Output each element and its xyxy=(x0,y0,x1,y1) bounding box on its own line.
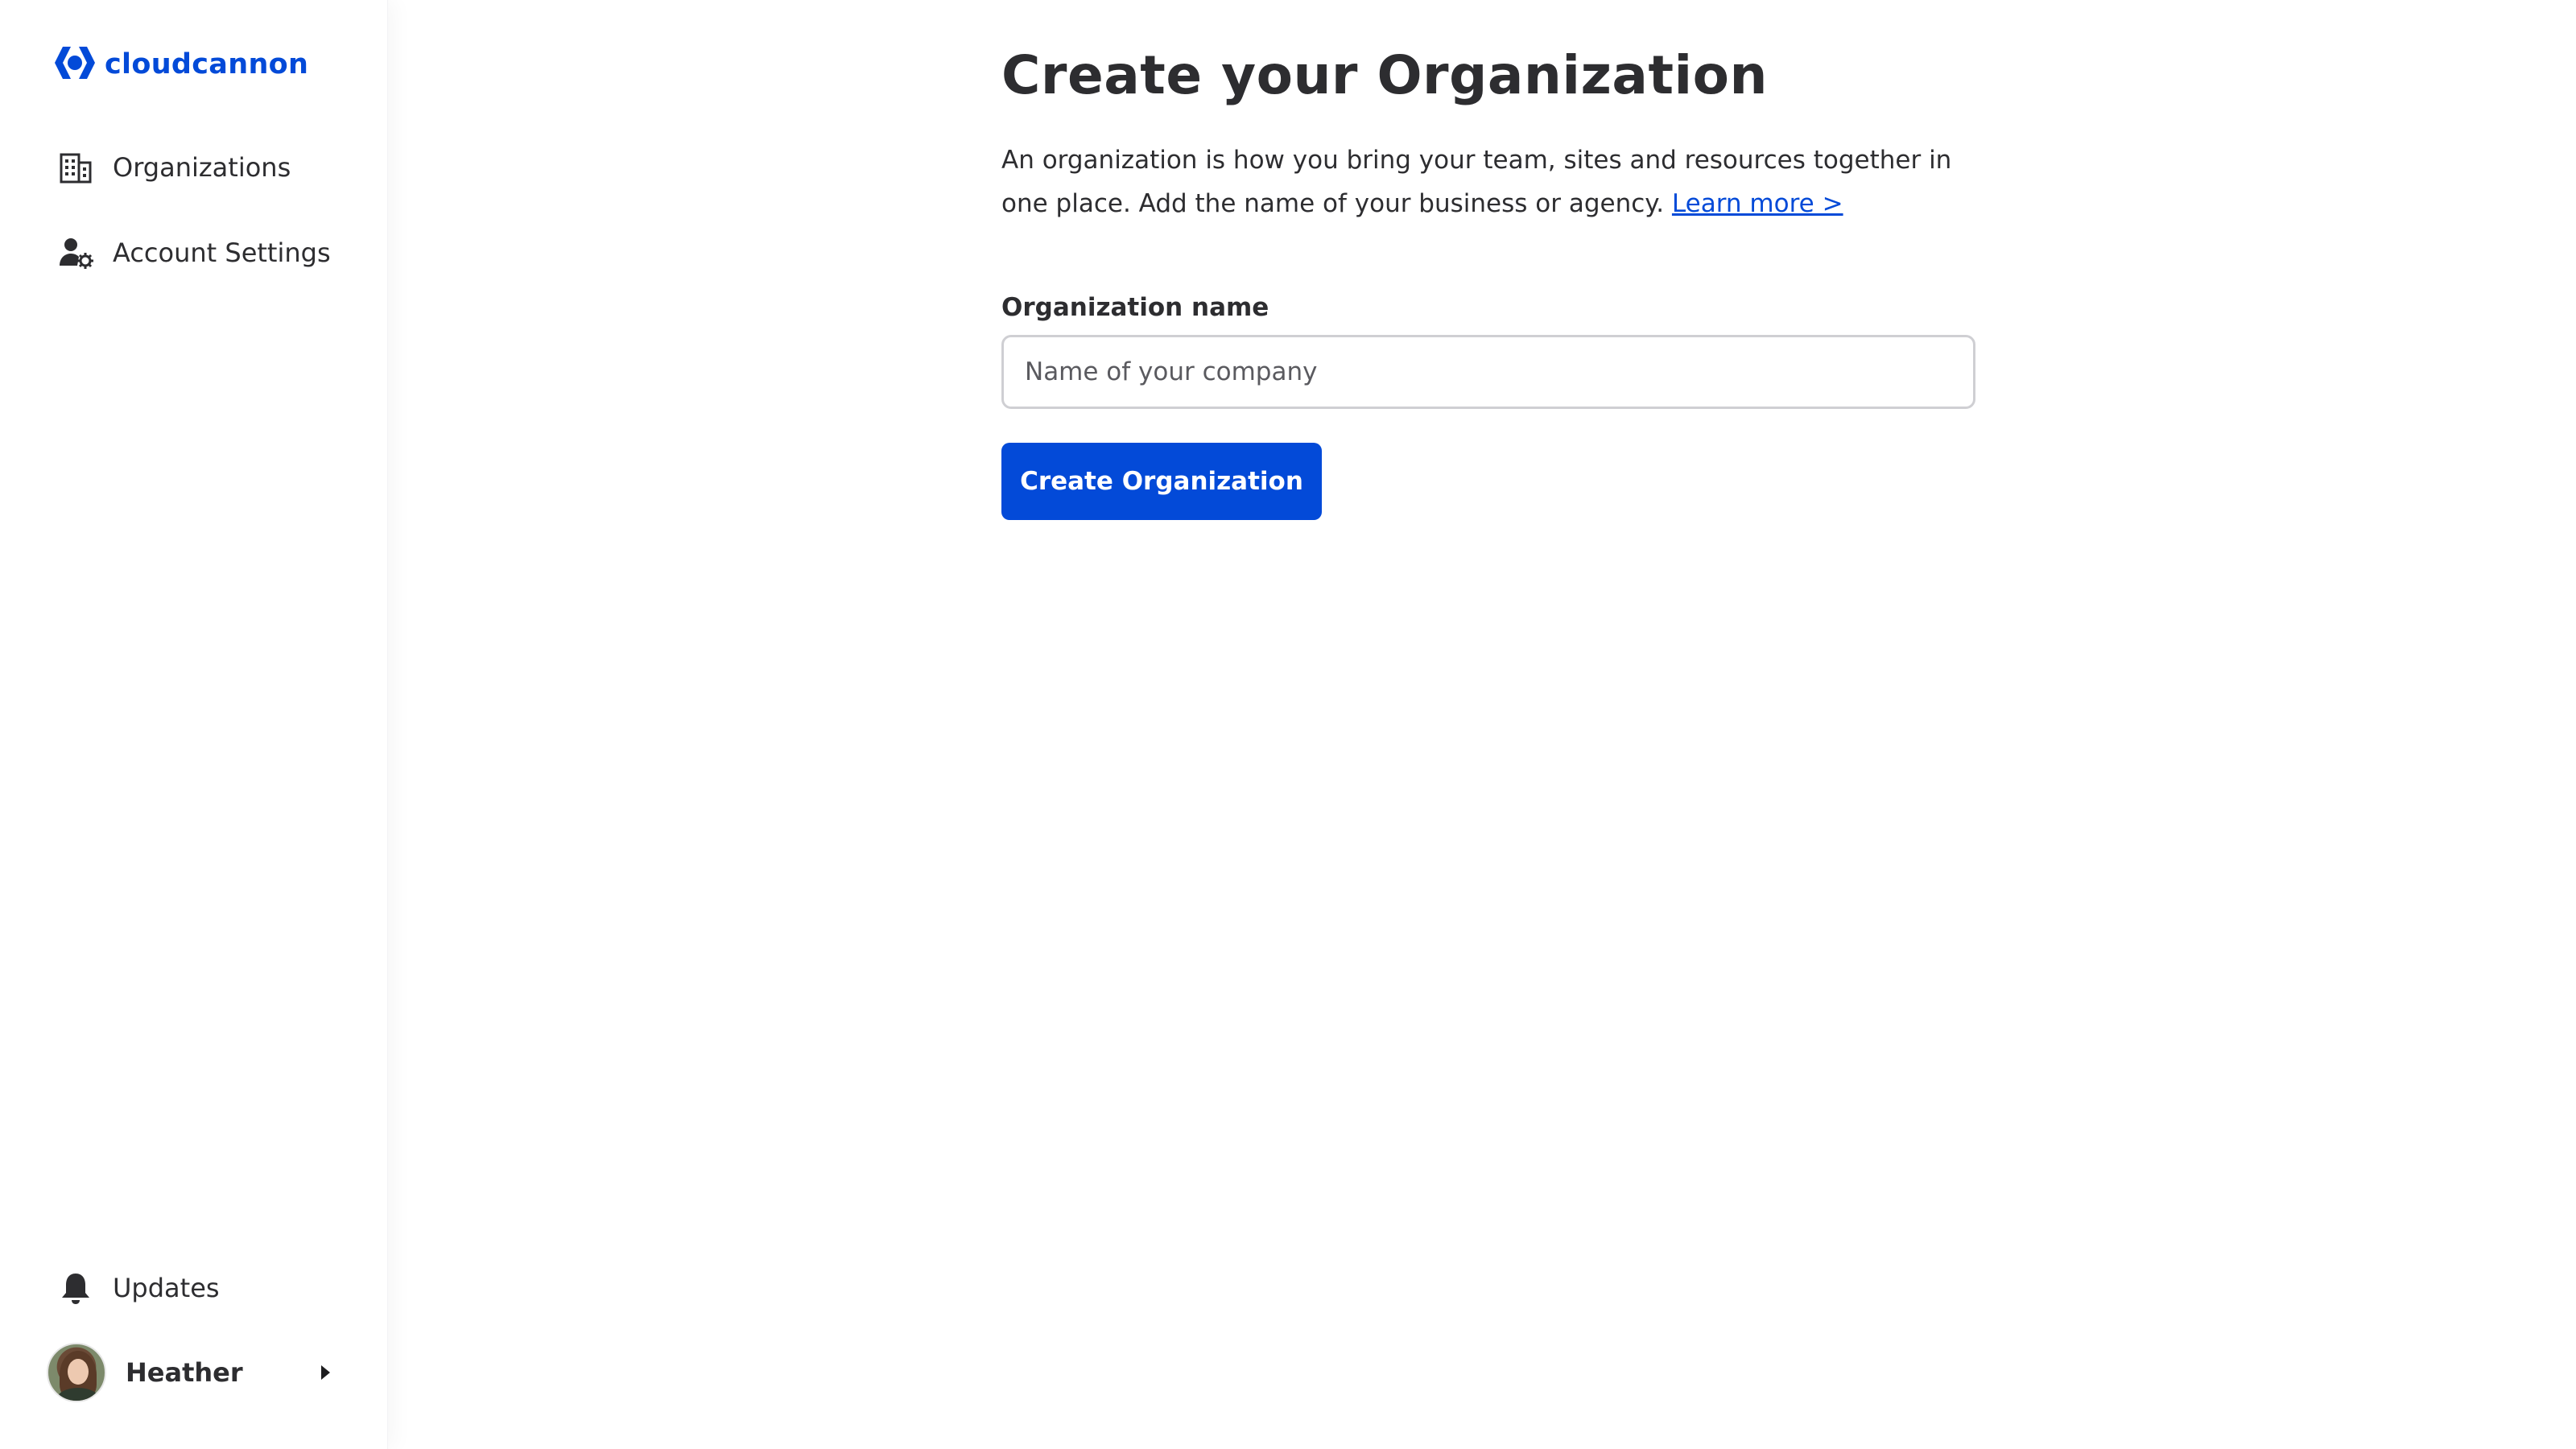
updates-label: Updates xyxy=(113,1273,220,1303)
page-description: An organization is how you bring your te… xyxy=(1001,138,1984,225)
sidebar-item-organizations[interactable]: Organizations xyxy=(58,145,291,190)
sidebar-item-label: Organizations xyxy=(113,152,291,183)
learn-more-link[interactable]: Learn more > xyxy=(1672,189,1843,218)
sidebar: cloudcannon Organizations Account Settin… xyxy=(0,0,388,1449)
sidebar-item-label: Account Settings xyxy=(113,237,331,268)
main-content: Create your Organization An organization… xyxy=(1001,45,1984,520)
avatar xyxy=(47,1343,106,1402)
cloudcannon-logo-icon xyxy=(52,43,98,85)
sidebar-item-account-settings[interactable]: Account Settings xyxy=(58,230,331,275)
organization-name-input[interactable] xyxy=(1001,335,1975,409)
create-organization-button[interactable]: Create Organization xyxy=(1001,443,1322,520)
user-gear-icon xyxy=(58,235,93,270)
brand-logo[interactable]: cloudcannon xyxy=(52,42,308,87)
organization-name-label: Organization name xyxy=(1001,293,1269,322)
brand-name: cloudcannon xyxy=(105,48,309,80)
updates-button[interactable]: Updates xyxy=(58,1265,220,1311)
app-root: cloudcannon Organizations Account Settin… xyxy=(0,0,2576,1449)
caret-right-icon xyxy=(321,1365,330,1380)
building-icon xyxy=(58,150,93,185)
user-name: Heather xyxy=(126,1357,243,1388)
user-menu[interactable]: Heather xyxy=(47,1343,336,1402)
page-title: Create your Organization xyxy=(1001,44,1768,106)
bell-icon xyxy=(58,1270,93,1306)
